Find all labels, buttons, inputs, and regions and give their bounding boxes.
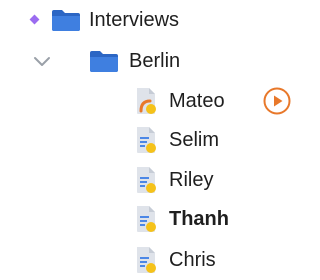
diamond-marker-icon bbox=[29, 14, 40, 25]
tree-item-thanh[interactable]: Thanh bbox=[0, 200, 314, 238]
tree-item-riley[interactable]: Riley bbox=[0, 161, 314, 199]
play-icon[interactable] bbox=[262, 86, 292, 116]
folder-icon bbox=[52, 10, 80, 31]
tree-item-berlin[interactable]: Berlin bbox=[0, 42, 314, 80]
tree-item-label: Riley bbox=[169, 169, 214, 191]
file-tree: Interviews Berlin Mateo Selim Riley Than… bbox=[0, 0, 314, 280]
folder-icon bbox=[90, 51, 118, 72]
tree-item-selim[interactable]: Selim bbox=[0, 121, 314, 159]
tree-item-label: Chris bbox=[169, 249, 216, 271]
tree-item-label: Mateo bbox=[169, 90, 225, 112]
tree-item-mateo[interactable]: Mateo bbox=[0, 82, 314, 120]
tree-item-label: Interviews bbox=[89, 9, 180, 31]
tree-item-chris[interactable]: Chris bbox=[0, 241, 314, 279]
tree-item-interviews[interactable]: Interviews bbox=[0, 1, 314, 39]
tree-item-label: Selim bbox=[169, 129, 220, 151]
transcript-icon bbox=[137, 247, 156, 273]
tree-item-label: Berlin bbox=[129, 50, 181, 72]
audio-transcript-icon bbox=[137, 88, 156, 114]
transcript-icon bbox=[137, 167, 156, 193]
chevron-down-icon[interactable] bbox=[33, 55, 51, 67]
tree-item-label: Thanh bbox=[169, 208, 229, 230]
transcript-icon bbox=[137, 127, 156, 153]
transcript-icon bbox=[137, 206, 156, 232]
